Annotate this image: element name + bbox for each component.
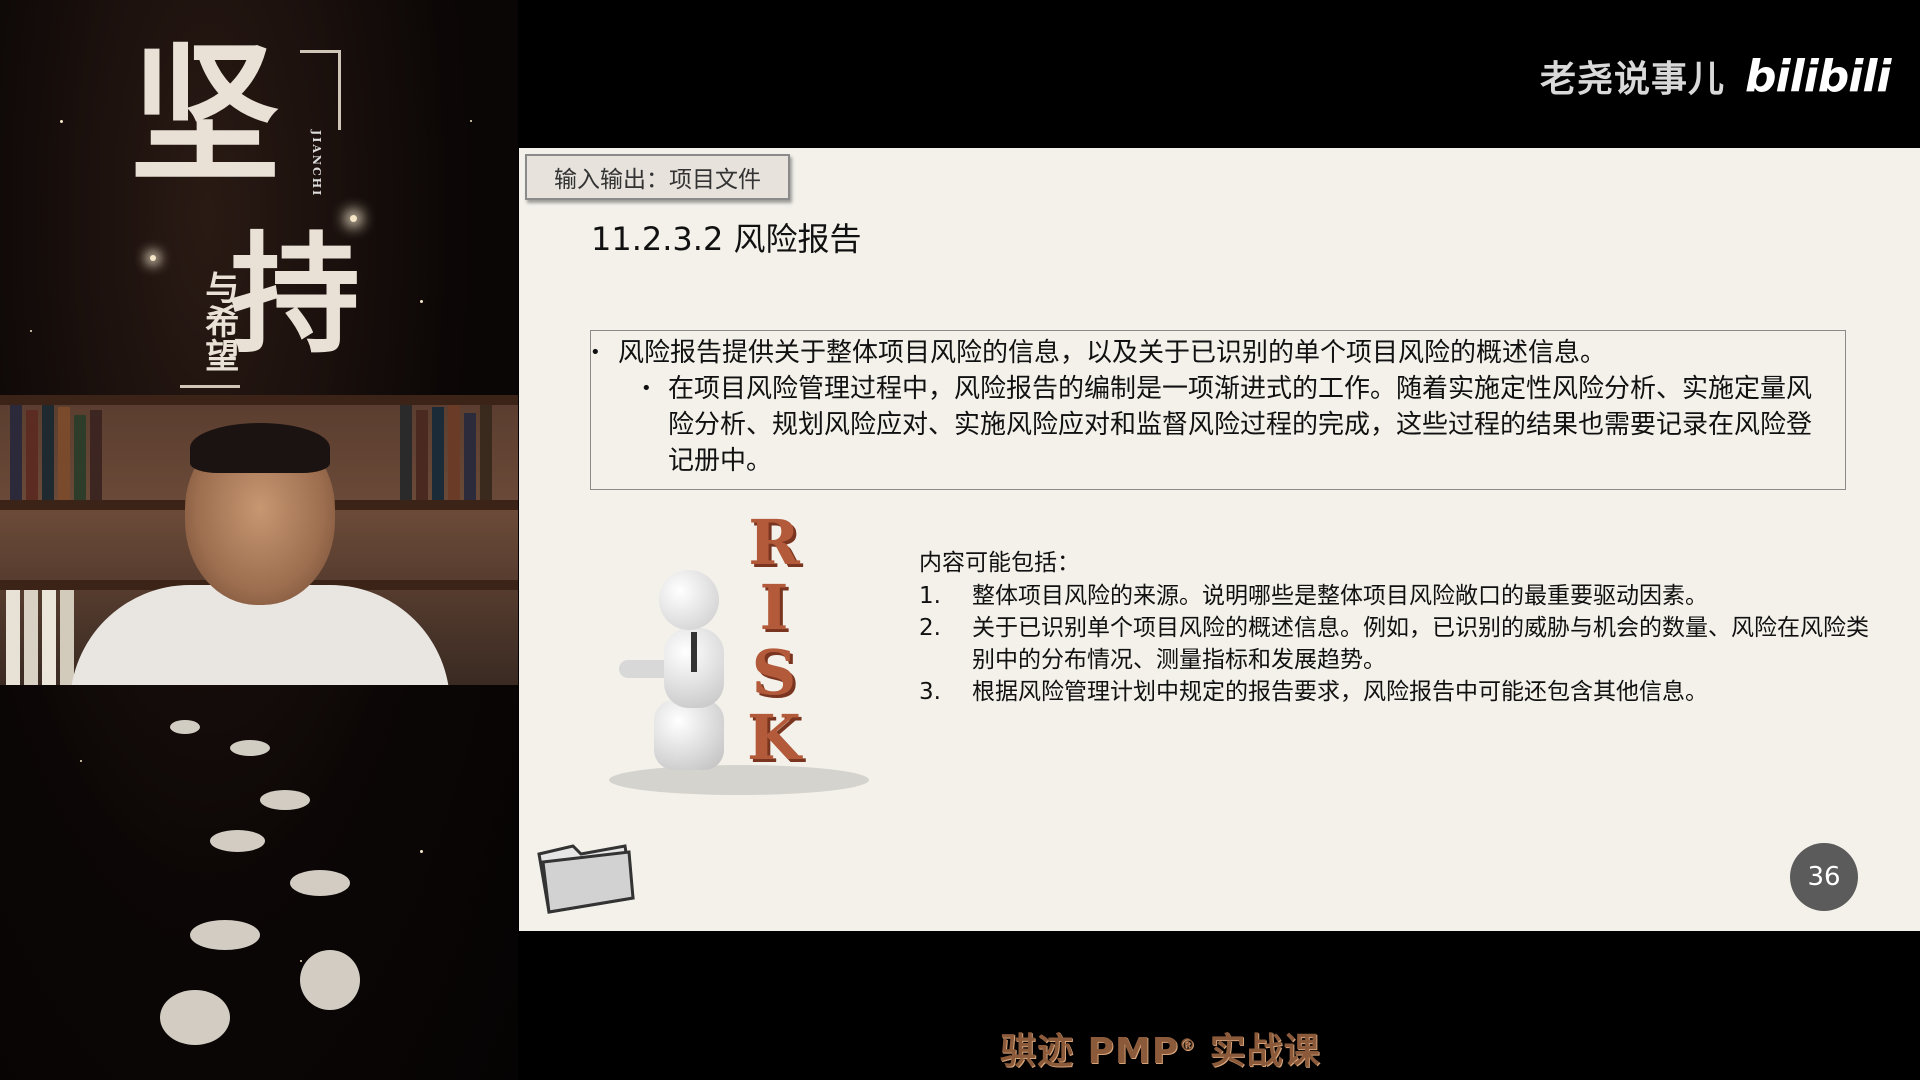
book: [400, 405, 412, 500]
page-number-badge: 36: [1790, 843, 1858, 911]
list-item-text: 整体项目风险的来源。说明哪些是整体项目风险敞口的最重要驱动因素。: [972, 583, 1708, 609]
book: [90, 410, 102, 500]
footer-brand: 骐迹 PMP® 实战课: [1000, 1022, 1321, 1074]
risk-illustration: R I S K: [609, 510, 879, 800]
book: [464, 413, 476, 500]
risk-letter: I: [759, 571, 789, 644]
list-item-number: 3.: [919, 679, 941, 705]
sparkle: [470, 120, 472, 122]
footprint: [290, 870, 350, 896]
person-hair: [190, 423, 330, 473]
slide-section-tab: 输入输出：项目文件: [525, 154, 790, 200]
poster-char-chi: 持: [230, 218, 361, 371]
book: [74, 415, 86, 500]
poster-divider: [300, 50, 340, 53]
bullet-dot-icon: •: [641, 378, 652, 399]
book: [432, 407, 444, 500]
book: [58, 407, 70, 500]
list-item-number: 2.: [919, 615, 941, 641]
footprint: [160, 990, 230, 1045]
sparkle: [30, 330, 32, 332]
left-panel: 坚 JIANCHI 与希望 持: [0, 0, 518, 1080]
folder-icon: [533, 836, 638, 916]
footprints-decoration: [150, 720, 400, 1050]
sparkle: [420, 850, 423, 853]
book: [42, 405, 54, 500]
sparkle: [60, 120, 63, 123]
poster-divider: [180, 385, 240, 388]
list-item-text: 根据风险管理计划中规定的报告要求，风险报告中可能还包含其他信息。: [972, 679, 1708, 705]
list-item-number: 1.: [919, 583, 941, 609]
book: [24, 590, 38, 685]
risk-letter: K: [747, 701, 801, 774]
sparkle: [80, 760, 82, 762]
bullet-sub-text: 在项目风险管理过程中，风险报告的编制是一项渐进式的工作。随着实施定性风险分析、实…: [668, 374, 1813, 476]
book: [26, 410, 38, 500]
sparkle: [420, 300, 423, 303]
footprint: [210, 830, 265, 852]
definition-box: • 风险报告提供关于整体项目风险的信息，以及关于已识别的单个项目风险的概述信息。…: [590, 330, 1846, 490]
footprint: [190, 920, 260, 950]
footprint: [230, 740, 270, 756]
list-item: 1. 整体项目风险的来源。说明哪些是整体项目风险敞口的最重要驱动因素。: [919, 580, 1879, 612]
risk-letters: R I S K: [729, 510, 819, 780]
footprint: [300, 950, 360, 1010]
poster-title: 坚 JIANCHI 与希望 持: [120, 27, 360, 388]
list-item-text: 关于已识别单个项目风险的概述信息。例如，已识别的威胁与机会的数量、风险在风险类别…: [972, 615, 1869, 673]
channel-header: 老尧说事儿 bilibili: [1540, 46, 1892, 106]
bullet-dot-icon: •: [590, 342, 601, 363]
content-list: 内容可能包括： 1. 整体项目风险的来源。说明哪些是整体项目风险敞口的最重要驱动…: [919, 546, 1879, 708]
poster-divider: [338, 50, 341, 130]
stick-man-head: [659, 570, 719, 630]
book: [6, 590, 20, 685]
book: [60, 590, 74, 685]
risk-letter: S: [751, 636, 797, 709]
content-intro: 内容可能包括：: [919, 550, 1080, 576]
book: [42, 590, 56, 685]
book: [480, 405, 492, 500]
stick-man-legs: [654, 700, 724, 770]
poster-char-jian: 坚: [130, 27, 281, 203]
bullet-main-text: 风险报告提供关于整体项目风险的信息，以及关于已识别的单个项目风险的概述信息。: [618, 338, 1607, 368]
registered-mark: ®: [1179, 1035, 1197, 1054]
poster-pinyin: JIANCHI: [310, 130, 323, 198]
footer-brand-suffix: 实战课: [1196, 1031, 1321, 1072]
book: [448, 405, 460, 500]
footprint: [260, 790, 310, 810]
bookshelf: [0, 395, 518, 405]
footer-brand-name: 骐迹 PMP: [1000, 1031, 1180, 1072]
risk-letter: R: [748, 506, 800, 579]
stick-man-tie: [691, 632, 697, 672]
list-item: 2. 关于已识别单个项目风险的概述信息。例如，已识别的威胁与机会的数量、风险在风…: [919, 612, 1879, 676]
slide-heading: 11.2.3.2 风险报告: [591, 220, 862, 258]
footprint: [170, 720, 200, 734]
channel-name: 老尧说事儿: [1540, 59, 1726, 100]
bilibili-logo: bilibili: [1745, 50, 1891, 102]
book: [416, 410, 428, 500]
presentation-slide: 输入输出：项目文件 11.2.3.2 风险报告 • 风险报告提供关于整体项目风险…: [519, 148, 1920, 931]
list-item: 3. 根据风险管理计划中规定的报告要求，风险报告中可能还包含其他信息。: [919, 676, 1879, 708]
webcam-feed: [0, 395, 518, 685]
book: [10, 405, 22, 500]
